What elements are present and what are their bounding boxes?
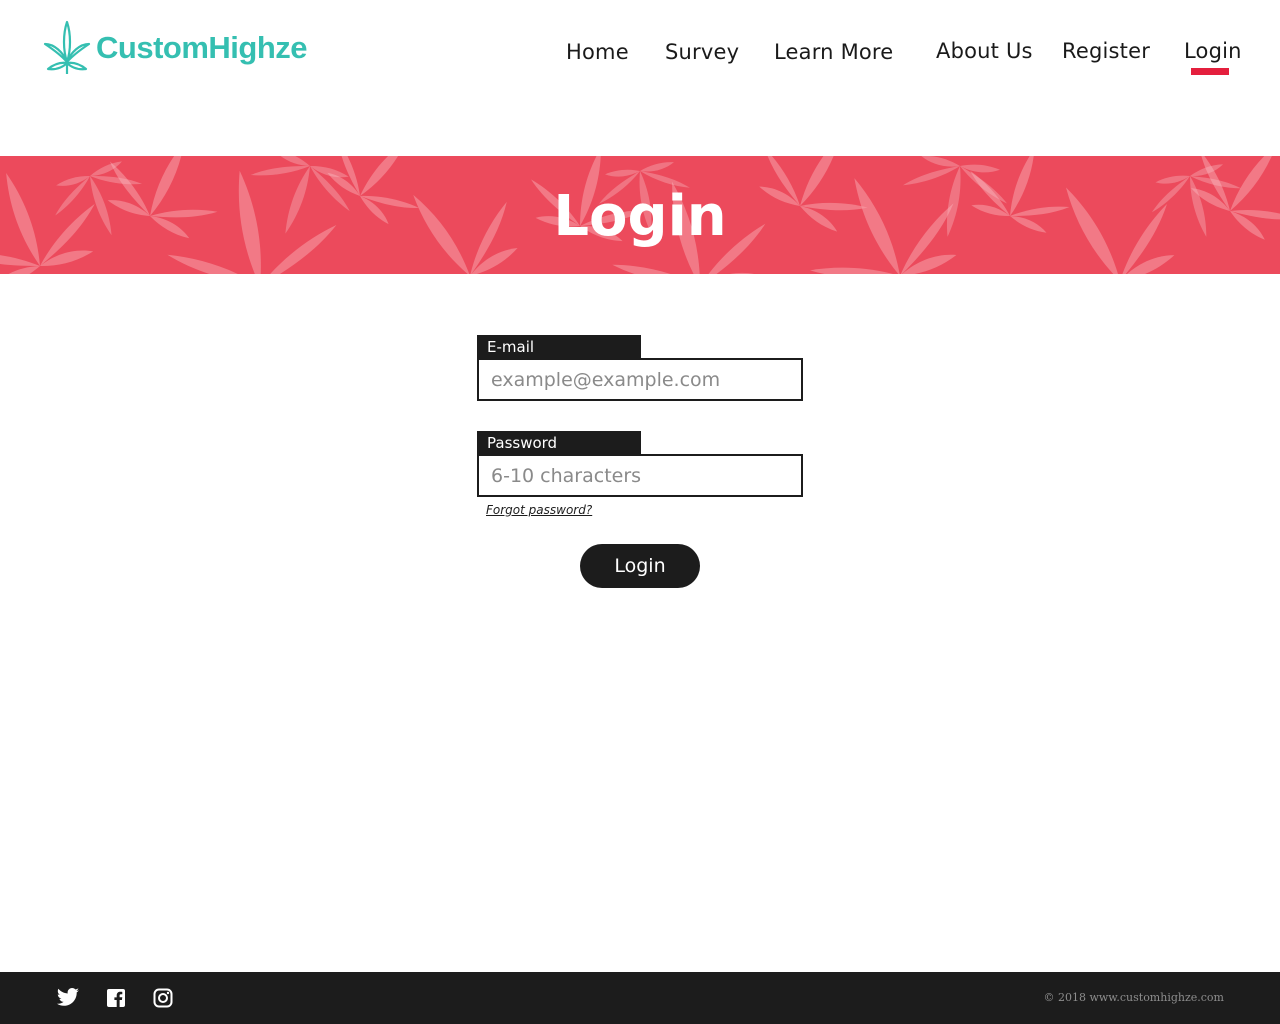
email-label: E-mail: [477, 335, 641, 359]
password-field[interactable]: [477, 454, 803, 497]
copyright-text: © 2018 www.customhighze.com: [1043, 991, 1224, 1004]
page-title: Login: [553, 184, 727, 249]
nav-survey[interactable]: Survey: [665, 40, 739, 64]
page-banner: Login: [0, 156, 1280, 274]
instagram-icon[interactable]: [153, 987, 173, 1009]
site-header: CustomHighze Home Survey Learn More Abou…: [0, 0, 1280, 156]
nav-active-indicator: [1191, 68, 1229, 75]
email-field[interactable]: [477, 358, 803, 401]
nav-login[interactable]: Login: [1184, 39, 1242, 63]
brand-name: CustomHighze: [96, 30, 308, 65]
nav-about-us[interactable]: About Us: [936, 39, 1033, 63]
facebook-icon[interactable]: [106, 987, 126, 1009]
password-label: Password: [477, 431, 641, 455]
logo[interactable]: CustomHighze: [42, 20, 308, 76]
site-footer: © 2018 www.customhighze.com: [0, 972, 1280, 1024]
cannabis-leaf-icon: [43, 20, 91, 74]
twitter-icon[interactable]: [56, 987, 80, 1009]
nav-home[interactable]: Home: [566, 40, 629, 64]
forgot-password-link[interactable]: Forgot password?: [486, 503, 592, 517]
nav-register[interactable]: Register: [1062, 39, 1150, 63]
nav-learn-more[interactable]: Learn More: [774, 40, 893, 64]
login-button[interactable]: Login: [580, 544, 700, 588]
